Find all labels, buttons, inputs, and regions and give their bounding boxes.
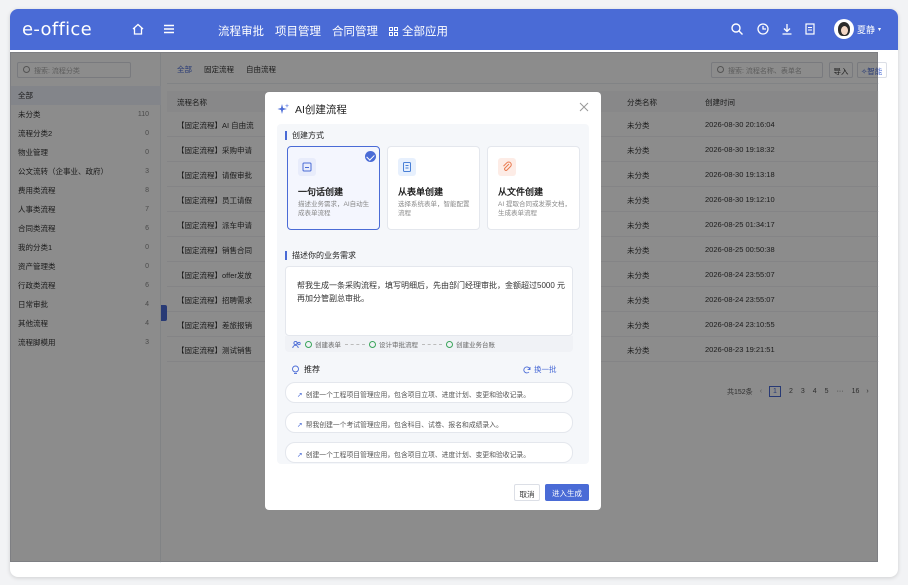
- check-circle-icon: [305, 340, 312, 348]
- step-connector: [345, 343, 365, 345]
- card-from-file[interactable]: 从文件创建 AI 提取合同或发票文档，生成表单流程: [487, 146, 580, 230]
- recommendation-item[interactable]: ↗ 创建一个工程项目管理应用，包含项目立项、进度计划、变更和验收记录。: [285, 442, 573, 463]
- refresh-icon: [523, 365, 531, 373]
- requirement-text: 帮我生成一条采购流程，填写明细后，先由部门经理审批，金额超过5000 元再加分管…: [297, 281, 566, 303]
- arrow-up-right-icon: ↗: [297, 392, 303, 399]
- dialog-body: 创建方式 一句话创建 描述业务需求，AI自动生成表单流程 从表单创建 选择系统表…: [277, 124, 589, 464]
- grid-icon: [389, 26, 398, 36]
- card-title: 从文件创建: [498, 187, 544, 197]
- step-design-flow: 设计审批流程: [369, 339, 418, 349]
- generate-button[interactable]: 进入生成: [545, 484, 589, 501]
- ai-create-flow-dialog: AI创建流程 创建方式 一句话创建 描述业务需求，AI自动生成表单流程 从表单创…: [265, 92, 601, 510]
- arrow-up-right-icon: ↗: [297, 422, 303, 429]
- document-icon[interactable]: [803, 22, 817, 36]
- section-desc-title: 描述你的业务需求: [285, 251, 356, 260]
- card-title: 一句话创建: [298, 187, 344, 197]
- step-label: 创建业务台账: [456, 342, 495, 349]
- card-desc: 描述业务需求，AI自动生成表单流程: [298, 201, 370, 217]
- recommend-heading: 推荐: [291, 364, 320, 375]
- recommendation-item[interactable]: ↗ 帮我创建一个考试管理应用，包含科目、试卷、报名和成绩录入。: [285, 412, 573, 433]
- home-icon[interactable]: [131, 22, 145, 36]
- top-navbar: e-office 流程审批 项目管理 合同管理 全部应用 夏静 ▾: [10, 9, 898, 50]
- app-logo[interactable]: e-office: [22, 19, 92, 40]
- user-menu[interactable]: 夏静 ▾: [834, 19, 881, 39]
- check-circle-icon: [446, 340, 453, 348]
- close-icon[interactable]: [579, 102, 589, 112]
- card-one-sentence[interactable]: 一句话创建 描述业务需求，AI自动生成表单流程: [287, 146, 380, 230]
- all-apps-label: 全部应用: [402, 26, 448, 38]
- chevron-down-icon: ▾: [878, 26, 882, 33]
- nav-item-approval[interactable]: 流程审批: [218, 23, 264, 39]
- section-method-title: 创建方式: [285, 131, 324, 140]
- step-label: 创建表单: [315, 342, 341, 349]
- recommendation-text: 创建一个工程项目管理应用，包含项目立项、进度计划、变更和验收记录。: [305, 392, 530, 399]
- lightbulb-icon: [292, 365, 299, 374]
- sparkle-doc-icon: [298, 158, 316, 176]
- card-title: 从表单创建: [398, 187, 444, 197]
- avatar: [834, 19, 854, 39]
- attachment-icon: [498, 158, 516, 176]
- arrow-up-right-icon: ↗: [297, 452, 303, 459]
- nav-item-project[interactable]: 项目管理: [275, 23, 321, 39]
- search-icon[interactable]: [730, 22, 744, 36]
- generation-steps: 创建表单 设计审批流程 创建业务台账: [285, 336, 573, 352]
- ai-sparkle-icon: [277, 103, 290, 114]
- all-apps-button[interactable]: 全部应用: [389, 23, 448, 39]
- card-from-form[interactable]: 从表单创建 选择系统表单，智能配置流程: [387, 146, 480, 230]
- check-circle-icon: [369, 340, 376, 348]
- menu-icon[interactable]: [162, 22, 176, 36]
- clock-icon[interactable]: [756, 22, 770, 36]
- requirement-textarea[interactable]: 帮我生成一条采购流程，填写明细后，先由部门经理审批，金额超过5000 元再加分管…: [285, 266, 573, 336]
- step-connector: [422, 343, 442, 345]
- user-name: 夏静: [857, 24, 876, 35]
- step-create-form: 创建表单: [305, 339, 341, 349]
- step-create-ledger: 创建业务台账: [446, 339, 495, 349]
- refresh-button[interactable]: 换一批: [523, 364, 557, 375]
- card-desc: 选择系统表单，智能配置流程: [398, 201, 470, 217]
- recommendation-text: 帮我创建一个考试管理应用，包含科目、试卷、报名和成绩录入。: [305, 422, 503, 429]
- recommendation-text: 创建一个工程项目管理应用，包含项目立项、进度计划、变更和验收记录。: [305, 452, 530, 459]
- form-icon: [398, 158, 416, 176]
- main-nav: 流程审批 项目管理 合同管理: [218, 23, 389, 39]
- recommendation-item[interactable]: ↗ 创建一个工程项目管理应用，包含项目立项、进度计划、变更和验收记录。: [285, 382, 573, 403]
- card-desc: AI 提取合同或发票文档，生成表单流程: [498, 201, 571, 217]
- cancel-button[interactable]: 取消: [514, 484, 540, 501]
- nav-item-contract[interactable]: 合同管理: [332, 23, 378, 39]
- step-label: 设计审批流程: [379, 342, 418, 349]
- dialog-title-text: AI创建流程: [295, 104, 347, 116]
- people-icon: [292, 340, 301, 348]
- dialog-title: AI创建流程: [277, 102, 347, 117]
- refresh-label: 换一批: [534, 365, 557, 374]
- download-icon[interactable]: [780, 22, 794, 36]
- selected-check-icon: [365, 151, 376, 162]
- recommend-label: 推荐: [304, 365, 320, 374]
